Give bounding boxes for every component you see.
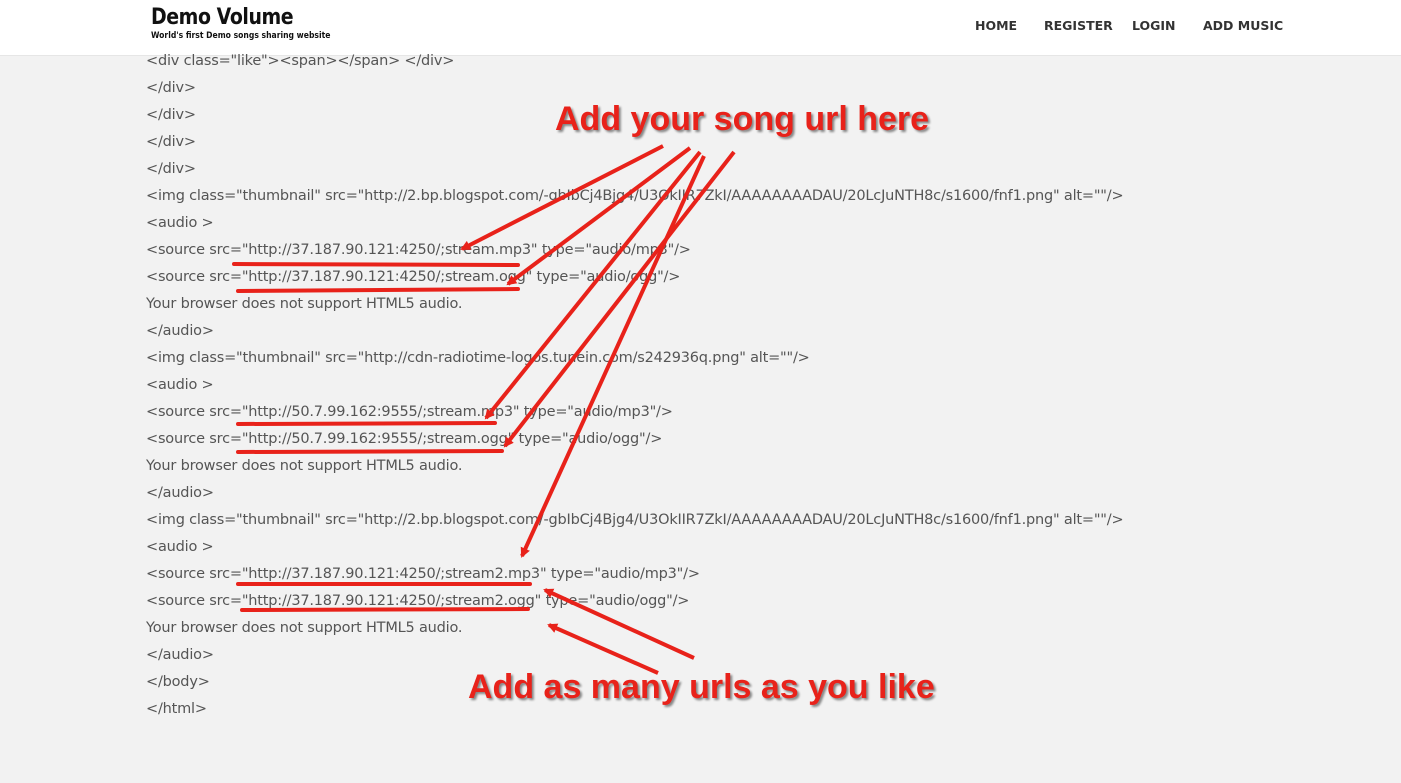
code-line: <img class="thumbnail" src="http://2.bp.… xyxy=(146,188,1124,204)
code-line: </div> xyxy=(146,80,196,96)
code-line: <audio > xyxy=(146,377,214,393)
code-line: </audio> xyxy=(146,485,214,501)
code-line: </div> xyxy=(146,161,196,177)
code-line: </audio> xyxy=(146,647,214,663)
nav-home[interactable]: HOME xyxy=(975,18,1017,33)
code-listing: <div class="like"><span></span> </div> <… xyxy=(146,48,1401,723)
code-line: <source src="http://50.7.99.162:9555/;st… xyxy=(146,431,663,447)
code-line: <img class="thumbnail" src="http://2.bp.… xyxy=(146,512,1124,528)
code-line: Your browser does not support HTML5 audi… xyxy=(146,296,463,312)
code-line: <source src="http://37.187.90.121:4250/;… xyxy=(146,242,691,258)
code-line: <source src="http://37.187.90.121:4250/;… xyxy=(146,593,690,609)
main-nav: HOME REGISTER LOGIN ADD MUSIC xyxy=(0,18,1401,38)
nav-register[interactable]: REGISTER xyxy=(1044,18,1113,33)
code-line: <source src="http://37.187.90.121:4250/;… xyxy=(146,566,700,582)
nav-login[interactable]: LOGIN xyxy=(1132,18,1176,33)
code-line: Your browser does not support HTML5 audi… xyxy=(146,620,463,636)
code-line: <img class="thumbnail" src="http://cdn-r… xyxy=(146,350,810,366)
annotation-add-song-url: Add your song url here xyxy=(555,100,930,138)
code-line: <source src="http://37.187.90.121:4250/;… xyxy=(146,269,681,285)
annotation-add-many-urls: Add as many urls as you like xyxy=(468,668,935,706)
code-line: Your browser does not support HTML5 audi… xyxy=(146,458,463,474)
code-line: <audio > xyxy=(146,215,214,231)
code-line: </audio> xyxy=(146,323,214,339)
nav-add-music[interactable]: ADD MUSIC xyxy=(1203,18,1283,33)
code-line: <div class="like"><span></span> </div> xyxy=(146,53,455,69)
code-line: <source src="http://50.7.99.162:9555/;st… xyxy=(146,404,673,420)
code-line: <audio > xyxy=(146,539,214,555)
